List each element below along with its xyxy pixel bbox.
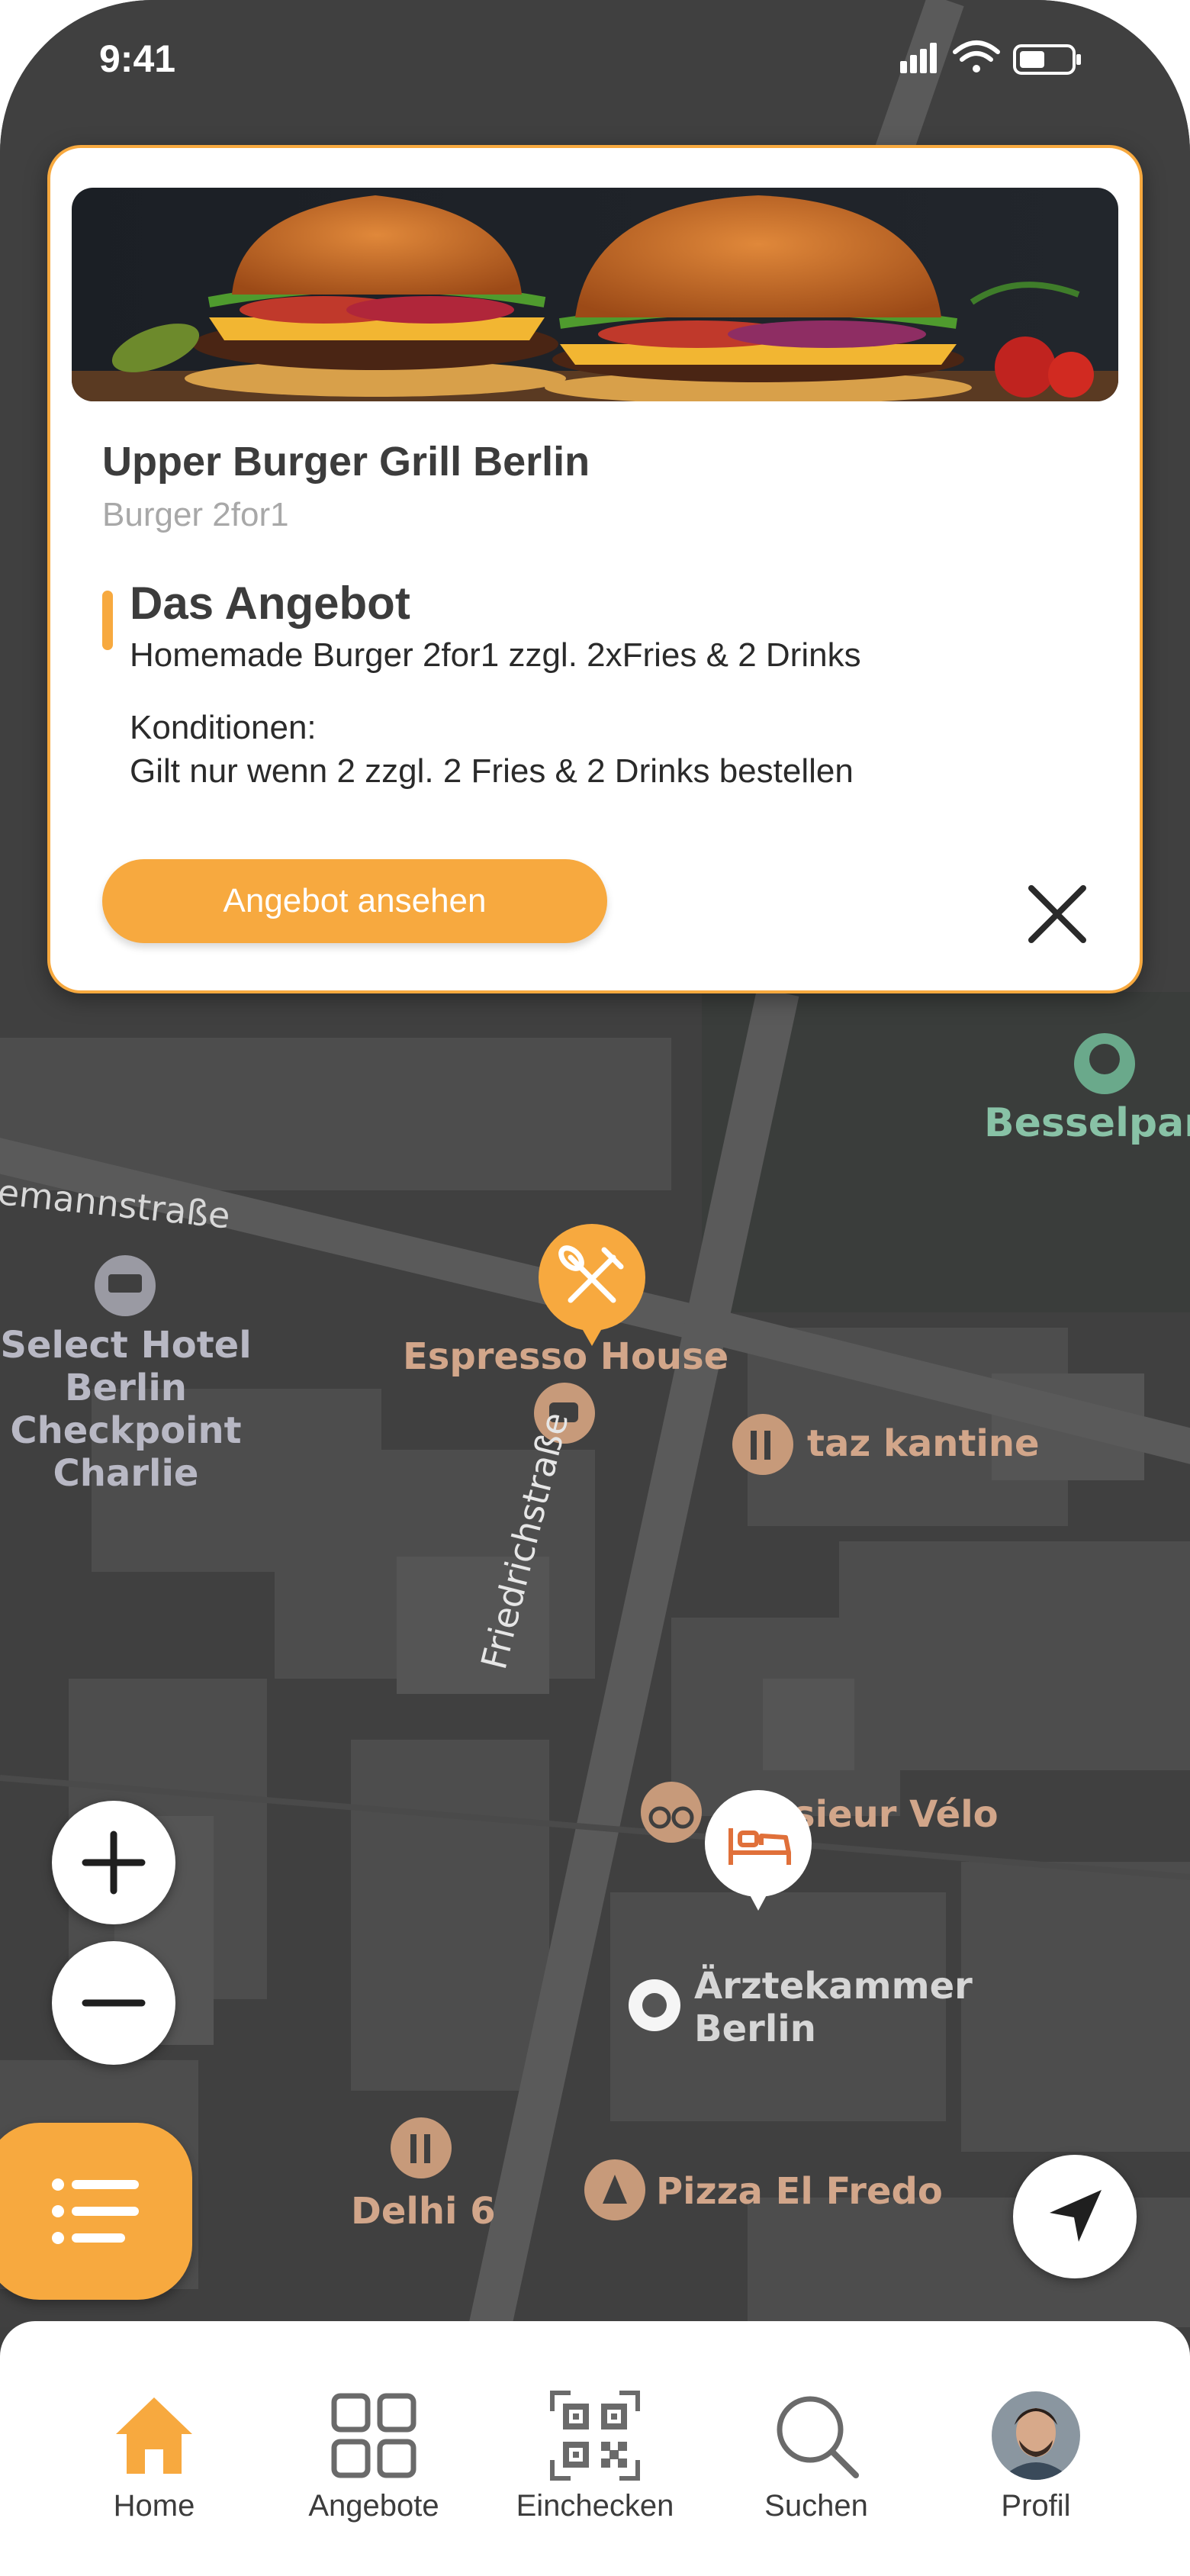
poi-label-aerztekammer[interactable]: Ärztekammer Berlin	[694, 1965, 973, 2050]
minus-icon	[82, 1999, 146, 2007]
bed-icon	[705, 1790, 812, 1911]
nav-label-home: Home	[113, 2489, 195, 2523]
battery-icon	[1013, 44, 1081, 75]
poi-label-select-hotel[interactable]: Select Hotel Berlin Checkpoint Charlie	[0, 1324, 252, 1495]
poi-label-taz-kantine[interactable]: taz kantine	[807, 1422, 1040, 1465]
list-icon	[52, 2178, 139, 2244]
venue-title: Upper Burger Grill Berlin	[102, 439, 590, 485]
nav-label-profil: Profil	[1001, 2489, 1071, 2523]
close-icon	[1028, 885, 1086, 943]
nav-item-profil[interactable]: Profil	[937, 2359, 1135, 2523]
offer-description: Homemade Burger 2for1 zzgl. 2xFries & 2 …	[130, 636, 861, 674]
home-icon	[116, 2397, 192, 2474]
poi-label-monsieur-velo[interactable]: sieur Vélo	[793, 1793, 999, 1836]
status-time: 9:41	[99, 37, 176, 80]
status-icons	[900, 38, 1083, 88]
conditions-heading: Konditionen:	[130, 709, 317, 746]
offer-hero-image	[72, 188, 1118, 401]
nav-item-einchecken[interactable]: Einchecken	[496, 2359, 694, 2523]
hotel-map-pin[interactable]	[703, 1790, 813, 1920]
bottom-navigation: Home Angebote Einchecken Suchen Profil	[0, 2321, 1190, 2576]
zoom-out-button[interactable]	[52, 1941, 175, 2065]
location-arrow-icon	[1050, 2190, 1102, 2242]
cutlery-icon	[539, 1224, 645, 1346]
nav-label-einchecken: Einchecken	[516, 2489, 674, 2523]
wifi-icon	[953, 40, 1000, 72]
signal-icon	[900, 43, 937, 73]
offer-heading: Das Angebot	[130, 578, 410, 629]
poi-label-besselpark[interactable]: Besselpar	[984, 1100, 1190, 1146]
qr-code-icon	[550, 2391, 640, 2481]
my-location-button[interactable]	[1013, 2155, 1137, 2278]
conditions-text: Gilt nur wenn 2 zzgl. 2 Fries & 2 Drinks…	[130, 752, 854, 790]
list-view-button[interactable]	[0, 2123, 192, 2300]
grid-icon	[331, 2393, 416, 2478]
poi-label-pizza[interactable]: Pizza El Fredo	[656, 2170, 943, 2213]
avatar	[992, 2391, 1080, 2480]
nav-item-angebote[interactable]: Angebote	[275, 2359, 473, 2523]
offer-accent-bar	[102, 591, 113, 650]
nav-label-suchen: Suchen	[764, 2489, 868, 2523]
nav-item-home[interactable]: Home	[55, 2359, 253, 2523]
nav-item-suchen[interactable]: Suchen	[717, 2359, 915, 2523]
plus-icon	[82, 1831, 146, 1895]
poi-label-delhi6[interactable]: Delhi 6	[351, 2190, 496, 2233]
offer-card[interactable]: Upper Burger Grill Berlin Burger 2for1 D…	[47, 145, 1143, 993]
status-bar: 9:41	[0, 0, 1190, 114]
phone-screen: emannstraße Friedrichstraße Select Hotel…	[0, 0, 1190, 2576]
nav-label-angebote: Angebote	[308, 2489, 439, 2523]
restaurant-map-pin[interactable]	[537, 1224, 647, 1354]
view-offer-button[interactable]: Angebot ansehen	[102, 859, 607, 943]
search-icon	[777, 2396, 859, 2478]
zoom-in-button[interactable]	[52, 1801, 175, 1924]
close-card-button[interactable]	[1021, 877, 1094, 951]
venue-subtitle: Burger 2for1	[102, 496, 289, 533]
